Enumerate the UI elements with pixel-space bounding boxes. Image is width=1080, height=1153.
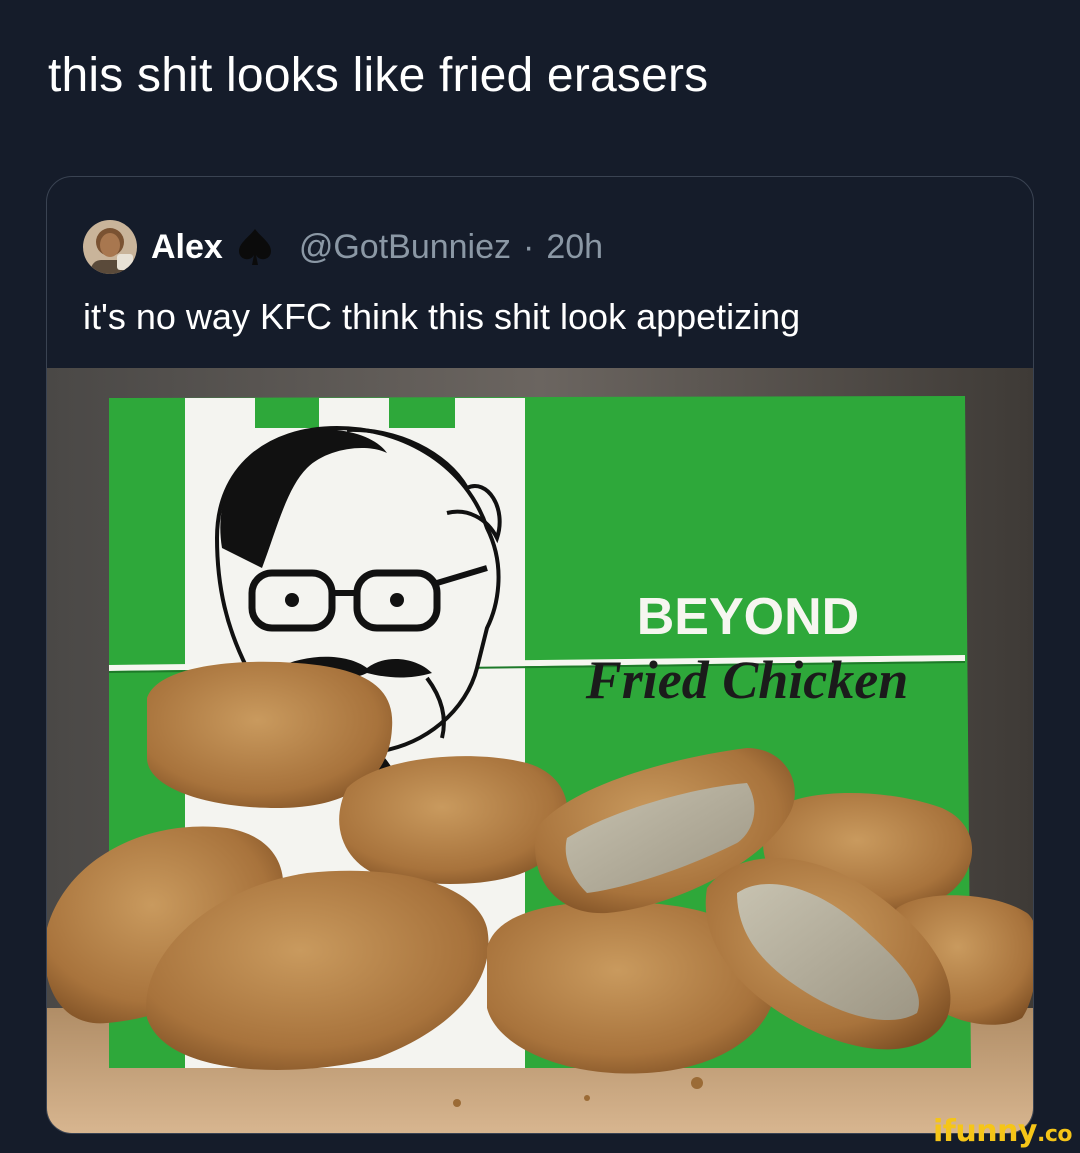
- tweet-photo[interactable]: BEYOND Fried Chicken: [47, 368, 1034, 1134]
- watermark-text: ifunny: [933, 1114, 1037, 1149]
- quoted-tweet-card[interactable]: Alex @GotBunniez · 20h it's no way KFC t…: [46, 176, 1034, 1134]
- main-tweet-text: this shit looks like fried erasers: [48, 49, 709, 102]
- box-label-beyond: BEYOND: [637, 588, 859, 646]
- box-label-fried-chicken: Fried Chicken: [585, 650, 909, 710]
- user-handle[interactable]: @GotBunniez: [299, 228, 511, 267]
- separator-dot: ·: [523, 227, 535, 266]
- spade-icon: [238, 229, 271, 265]
- ifunny-watermark: ifunny.co: [933, 1114, 1072, 1149]
- timestamp[interactable]: 20h: [546, 228, 603, 267]
- display-name[interactable]: Alex: [151, 228, 223, 267]
- quoted-tweet-text: it's no way KFC think this shit look app…: [83, 296, 801, 337]
- avatar[interactable]: [83, 220, 137, 274]
- watermark-suffix: .co: [1036, 1122, 1073, 1147]
- quoted-tweet-header: Alex @GotBunniez · 20h: [83, 220, 603, 274]
